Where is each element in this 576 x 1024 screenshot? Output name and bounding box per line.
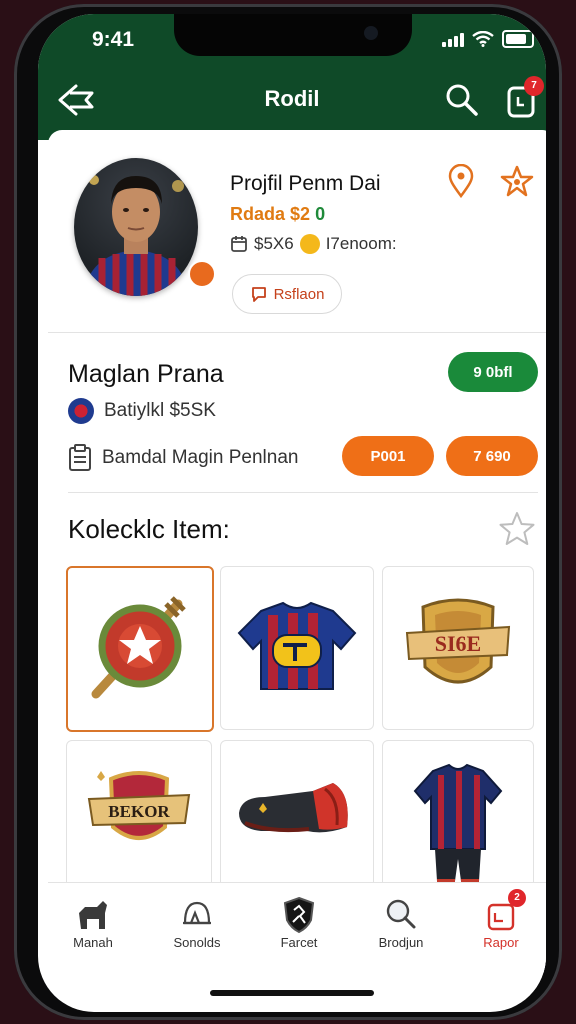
divider [48,332,546,333]
report-badge: 2 [508,889,526,907]
green-action-button[interactable]: 9 0bfl [448,352,538,392]
notch [174,14,412,56]
club-logo-icon [68,398,94,424]
profile-action-button[interactable]: Rsflaon [232,274,342,314]
profile-subtitle: Rdada $2 0 [230,204,325,225]
orange-button-2[interactable]: 7 690 [446,436,538,476]
clipboard-list-icon [69,444,91,471]
profile-action-label: Rsflaon [273,285,325,303]
notification-badge: 7 [524,76,544,96]
profile-stat-a: $5X6 [254,234,294,253]
player-name: Maglan Prana [68,360,224,388]
location-pin-button[interactable] [446,163,476,203]
location-pin-icon [448,163,474,199]
camera [364,26,378,40]
boot-icon [239,783,348,833]
nav-label: Brodjun [378,935,424,950]
nav-item-search[interactable]: Brodjun [356,895,446,950]
bottom-navigation: Manah Sonolds Farcet Brodjun 2 Rapor [48,882,546,973]
collection-item-crest[interactable]: BEKOR [66,740,212,892]
crest-icon: BEKOR [87,771,191,840]
nav-label: Farcet [280,935,318,950]
signal-icon [442,31,464,47]
collection-favorite-button[interactable] [498,510,536,553]
badge-icon: SI6E [405,598,511,684]
notification-button[interactable]: 7 [502,76,544,122]
wifi-icon [472,31,494,47]
crest-label: BEKOR [108,802,170,821]
profile-subtitle-text: Rdada $2 [230,204,311,224]
chat-icon [251,287,266,302]
collection-title: Kolecklc Item: [68,514,230,544]
nav-item-home[interactable]: Manah [48,895,138,950]
player-photo [84,175,188,296]
calendar-icon [231,236,247,252]
badge-label: SI6E [435,631,481,656]
search-button[interactable] [442,80,482,120]
collection-item-badge[interactable]: SI6E [382,566,534,730]
status-icons [442,30,534,48]
away-jersey-icon [413,763,503,883]
nav-label: Sonolds [173,935,221,950]
magnifier-icon [386,899,416,929]
nav-item-sounds[interactable]: Sonolds [152,895,242,950]
favorite-button[interactable] [500,164,534,203]
nav-item-report[interactable]: 2 Rapor [456,889,546,950]
search-icon [446,84,478,116]
collection-item-boot[interactable] [220,740,374,892]
battery-icon [502,30,534,48]
helmet-icon [183,901,211,925]
divider [68,492,538,493]
club-name: Batiylkl $5SK [104,400,216,421]
emoji-icon [299,234,320,254]
collection-item-jersey[interactable] [220,566,374,730]
phone-frame: 9:41 Rodil 7 Projfil Penm Dai Rdada $2 0… [14,4,562,1020]
document-label: Bamdal Magin Penlnan [102,447,299,468]
collection-item-shield[interactable] [66,566,214,732]
nav-item-favorite[interactable]: Farcet [254,895,344,950]
avatar [74,158,198,296]
screen: 9:41 Rodil 7 Projfil Penm Dai Rdada $2 0… [38,14,546,1012]
avatar-status-badge [188,260,216,288]
nav-label: Rapor [483,935,519,950]
team-shield-icon [283,896,315,934]
shield-emblem-icon [91,596,186,699]
star-badge-icon [500,165,534,197]
profile-stats: $5X6 I7enoom: [230,234,397,254]
profile-stat-b: I7enoom: [325,234,397,253]
club-row: Batiylkl $5SK [68,398,216,424]
document-row: Bamdal Magin Penlnan [68,444,298,472]
orange-button-1[interactable]: P001 [342,436,434,476]
collection-item-away-jersey[interactable] [382,740,534,892]
status-time: 9:41 [92,28,135,51]
nav-label: Manah [73,935,113,950]
profile-name: Projfil Penm Dai [230,172,381,195]
dog-icon [79,901,107,929]
profile-subtitle-badge: 0 [315,204,326,224]
star-outline-icon [499,512,535,545]
home-indicator[interactable] [210,990,374,996]
jersey-icon [237,601,357,690]
